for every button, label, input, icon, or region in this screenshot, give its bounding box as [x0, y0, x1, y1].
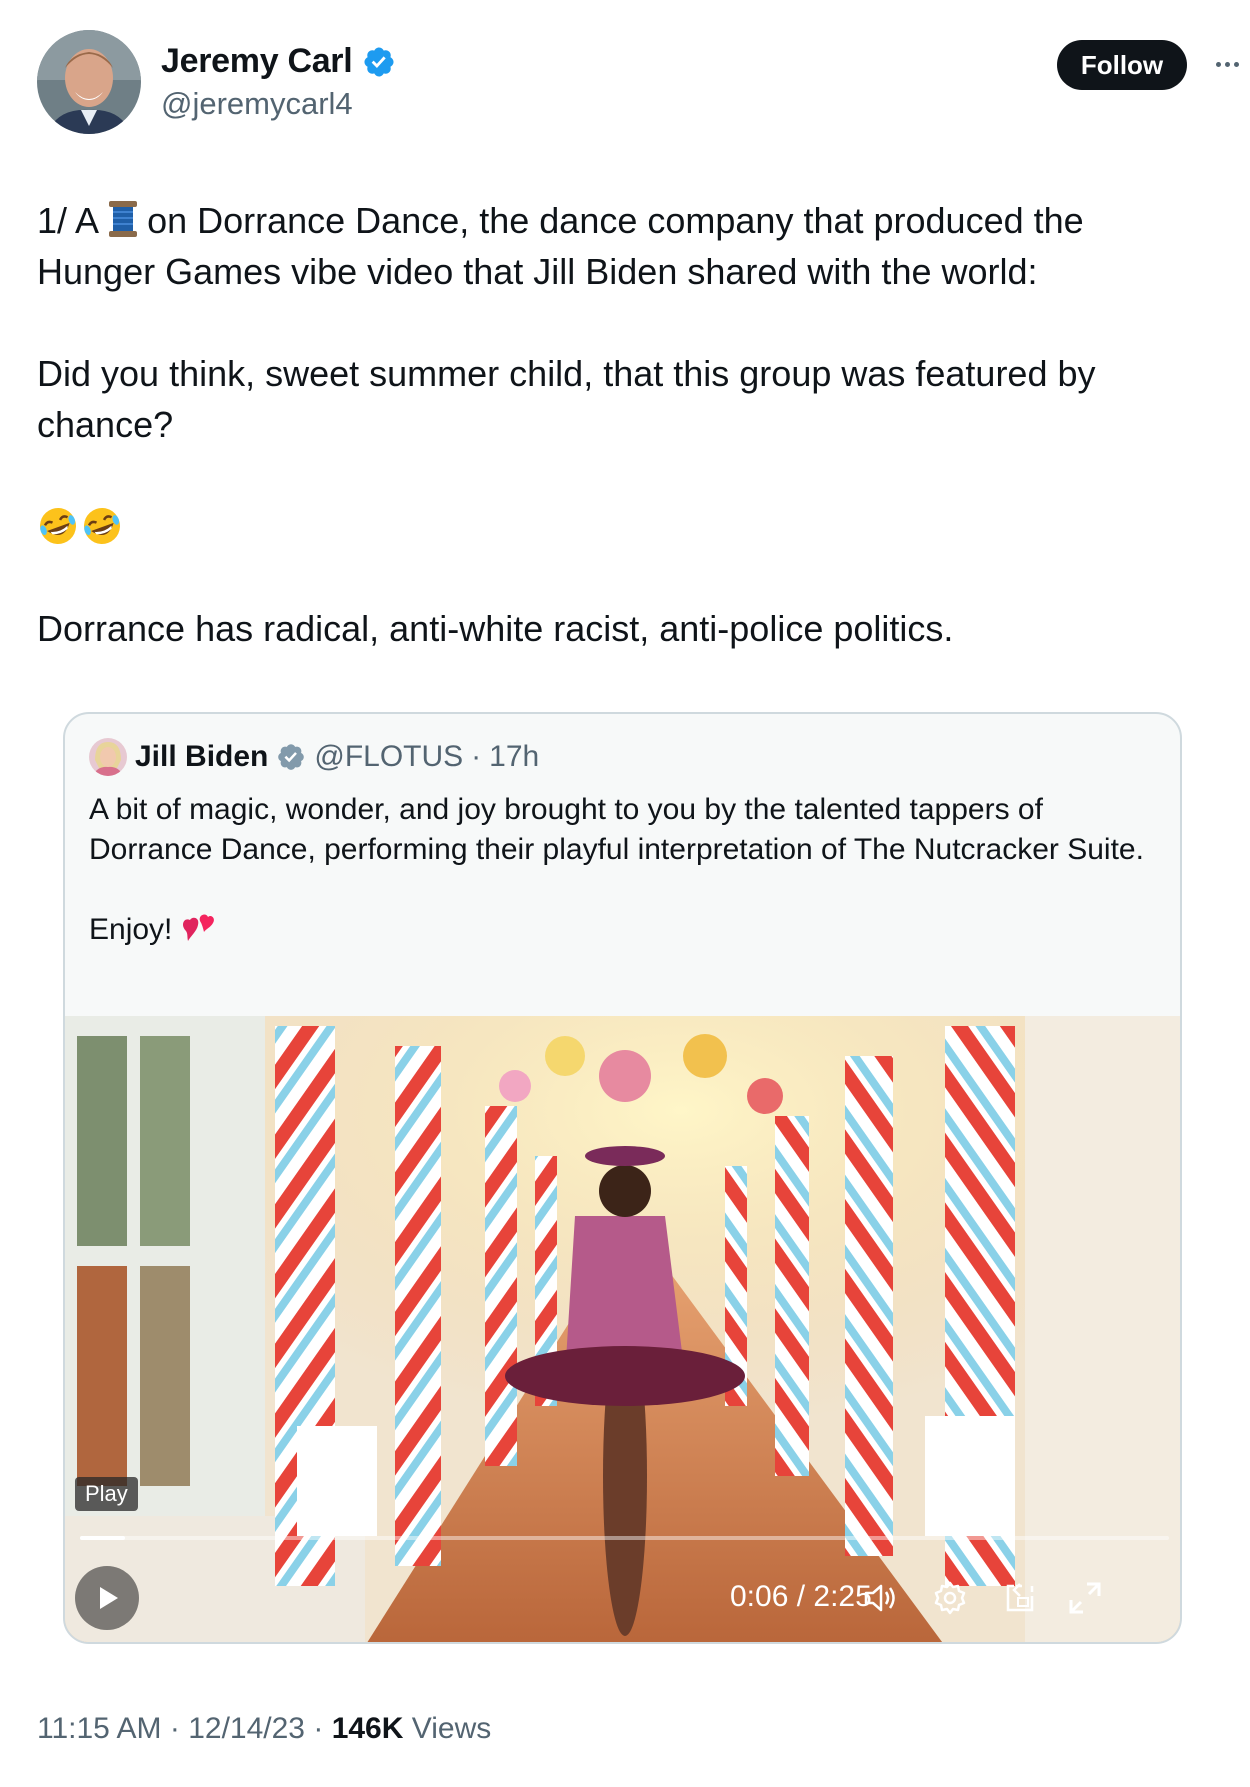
quoted-author-avatar[interactable] [89, 738, 127, 776]
quoted-enjoy-text: Enjoy! [89, 913, 173, 946]
meta-separator: · [169, 1712, 180, 1745]
author-name[interactable]: Jeremy Carl [161, 42, 353, 81]
spool-of-thread-emoji [109, 201, 138, 237]
follow-button[interactable]: Follow [1057, 40, 1187, 90]
tweet-meta: 11:15 AM · 12/14/23 · 146K Views [37, 1712, 491, 1746]
tweet-paragraph-2: Did you think, sweet summer child, that … [37, 353, 1096, 445]
views-label: Views [411, 1712, 492, 1745]
tweet-time[interactable]: 11:15 AM [37, 1712, 162, 1745]
author-name-row: Jeremy Carl [161, 42, 396, 81]
tweet-emoji-row [37, 501, 1197, 552]
author-handle[interactable]: @jeremycarl4 [161, 86, 353, 122]
tweet-date[interactable]: 12/14/23 [188, 1712, 305, 1745]
author-avatar[interactable] [37, 30, 141, 134]
picture-in-picture-icon[interactable] [1000, 1578, 1040, 1618]
video-timecode: 0:06 / 2:25 [730, 1580, 872, 1613]
video-frame [65, 1016, 1180, 1642]
volume-icon[interactable] [860, 1578, 900, 1618]
quoted-tweet[interactable]: Jill Biden @FLOTUS · 17h A bit of magic,… [63, 712, 1182, 1644]
video-controls: 0:06 / 2:25 [65, 1556, 1180, 1642]
views-count: 146K [331, 1712, 404, 1745]
verified-badge-icon [364, 46, 394, 77]
tweet-paragraph-1: 1/ A on Dorrance Dance, the dance compan… [37, 195, 1197, 297]
two-hearts-emoji [183, 914, 215, 941]
tweet-body: 1/ A on Dorrance Dance, the dance compan… [37, 195, 1197, 654]
fullscreen-icon[interactable] [1065, 1578, 1105, 1618]
quoted-author-handle[interactable]: @FLOTUS [314, 740, 463, 774]
video-progress-bar[interactable] [80, 1536, 1169, 1540]
video-player[interactable]: Play 0:06 / 2:25 [65, 1016, 1180, 1642]
verified-badge-icon [278, 744, 305, 770]
quoted-paragraph-1: A bit of magic, wonder, and joy brought … [89, 793, 1144, 866]
quoted-tweet-text: A bit of magic, wonder, and joy brought … [89, 790, 1149, 950]
more-icon[interactable] [1207, 44, 1247, 84]
rolling-on-floor-laughing-emoji [84, 508, 120, 544]
quoted-tweet-header: Jill Biden @FLOTUS · 17h [89, 738, 539, 776]
play-tooltip: Play [75, 1477, 138, 1511]
quoted-paragraph-2: Enjoy! [89, 910, 1149, 950]
gear-icon[interactable] [930, 1578, 970, 1618]
quoted-author-name[interactable]: Jill Biden [135, 740, 268, 774]
rolling-on-floor-laughing-emoji [40, 508, 76, 544]
video-progress-fill [80, 1536, 125, 1540]
play-icon[interactable] [75, 1566, 139, 1630]
tweet-line1-suffix: on Dorrance Dance, the dance company tha… [37, 200, 1084, 292]
tweet-line1-prefix: 1/ A [37, 200, 100, 241]
quoted-timestamp[interactable]: 17h [489, 740, 539, 774]
tweet-header: Jeremy Carl @jeremycarl4 Follow [37, 30, 1239, 134]
tweet-paragraph-3: Dorrance has radical, anti-white racist,… [37, 608, 954, 649]
quoted-separator: · [471, 740, 482, 773]
meta-separator: · [313, 1712, 324, 1745]
